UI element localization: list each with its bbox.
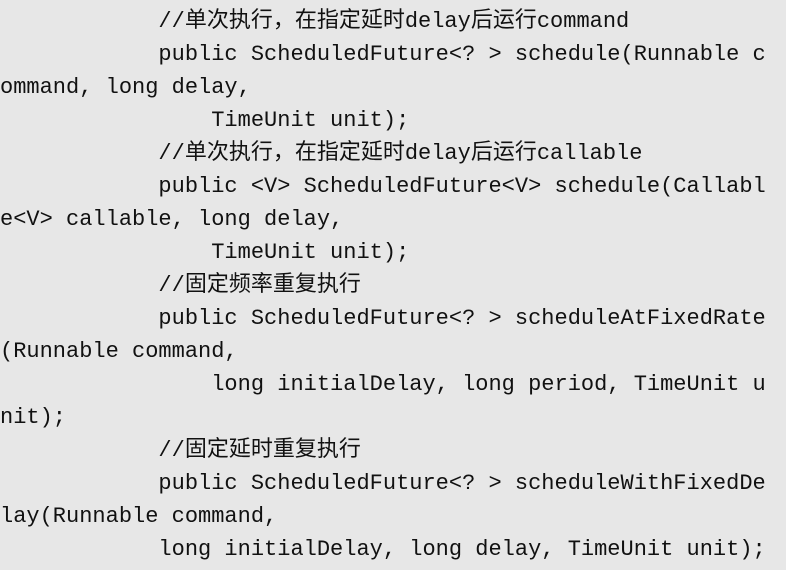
code-line: ommand, long delay, (0, 75, 251, 100)
code-line: long initialDelay, long delay, TimeUnit … (0, 537, 766, 562)
code-line: public ScheduledFuture<? > schedule(Runn… (0, 42, 766, 67)
code-block: //单次执行，在指定延时delay后运行command public Sched… (0, 0, 786, 570)
code-line: //固定频率重复执行 (0, 273, 361, 298)
code-line: e<V> callable, long delay, (0, 207, 344, 232)
code-line: long initialDelay, long period, TimeUnit… (0, 372, 766, 397)
code-line: nit); (0, 405, 67, 430)
code-line: //固定延时重复执行 (0, 438, 361, 463)
code-line: public <V> ScheduledFuture<V> schedule(C… (0, 174, 766, 199)
code-line: lay(Runnable command, (0, 504, 278, 529)
code-line: public ScheduledFuture<? > scheduleAtFix… (0, 306, 766, 331)
code-line: TimeUnit unit); (0, 240, 410, 265)
code-line: //单次执行，在指定延时delay后运行command (0, 9, 630, 34)
code-line: public ScheduledFuture<? > scheduleWithF… (0, 471, 766, 496)
code-line: (Runnable command, (0, 339, 238, 364)
code-line: //单次执行，在指定延时delay后运行callable (0, 141, 643, 166)
code-line: TimeUnit unit); (0, 108, 410, 133)
